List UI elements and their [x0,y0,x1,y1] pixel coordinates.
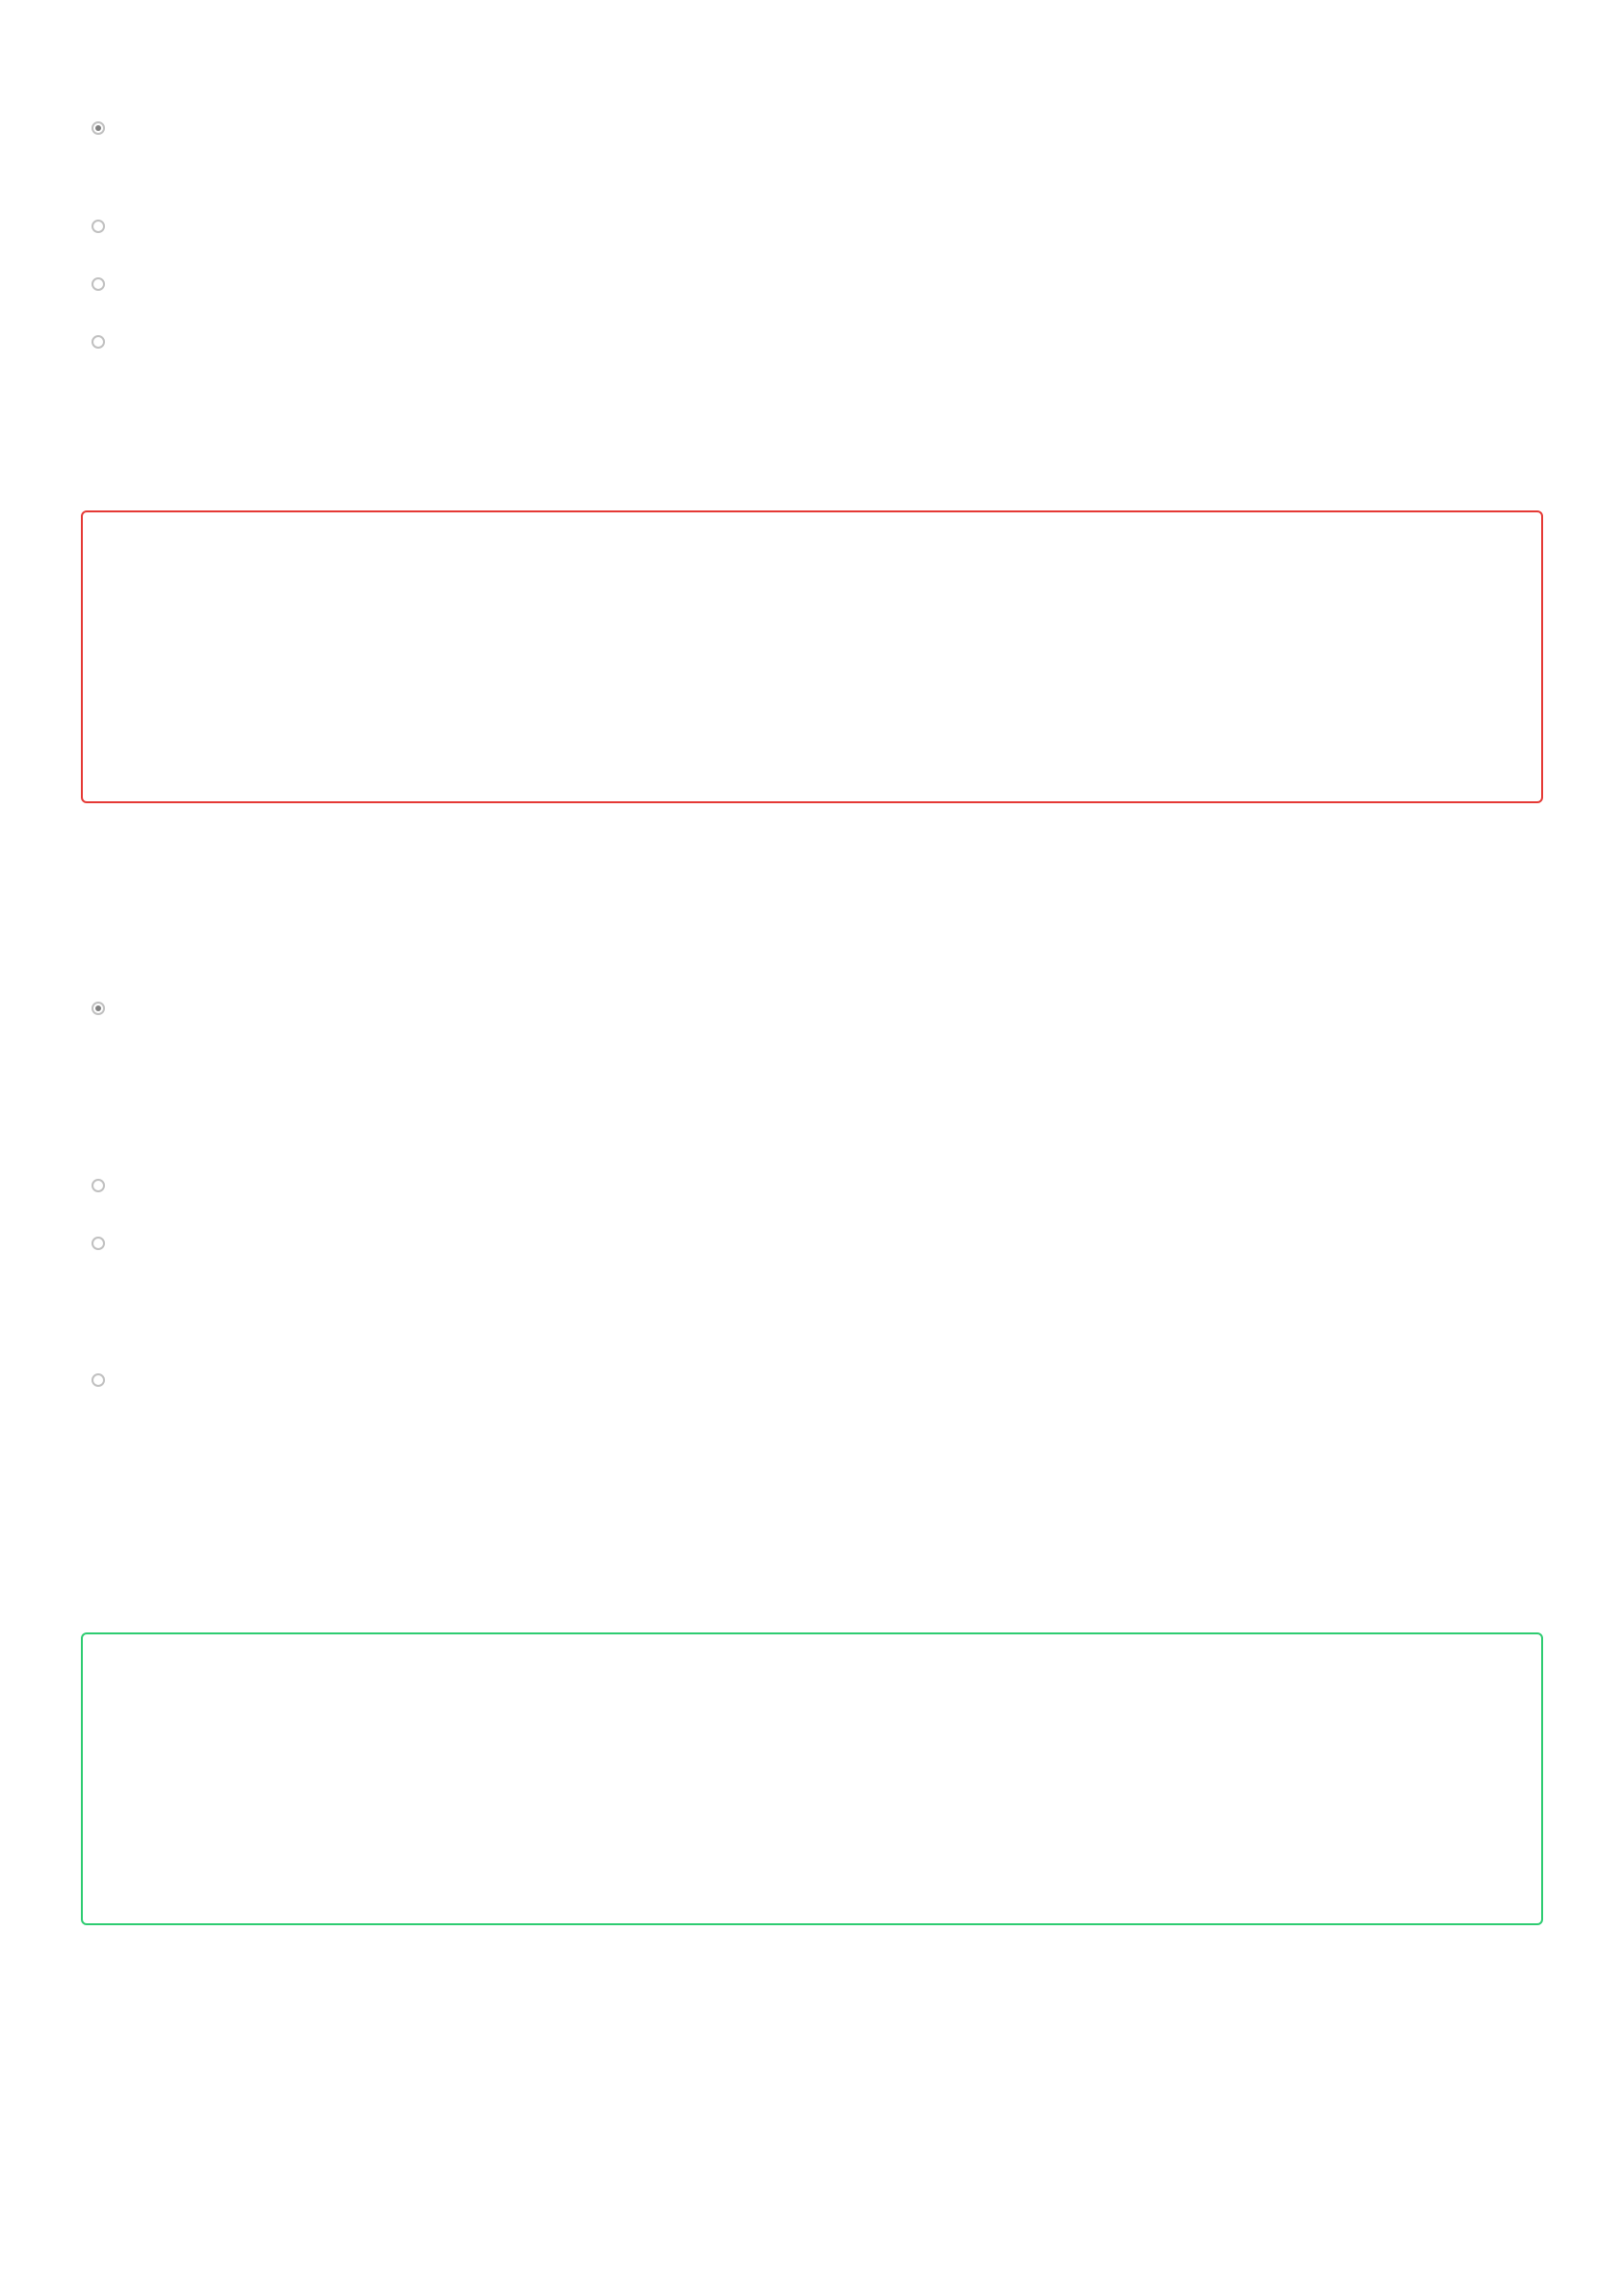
radio-option-1-3[interactable] [92,277,105,291]
radio-option-1-2[interactable] [92,220,105,233]
radio-icon [92,121,105,135]
alert-box-green [81,1632,1543,1925]
radio-option-2-3[interactable] [92,1237,105,1250]
radio-icon [92,335,105,349]
radio-icon [92,277,105,291]
radio-icon [92,1002,105,1015]
radio-option-2-4[interactable] [92,1373,105,1387]
radio-icon [92,1179,105,1192]
radio-option-1-1[interactable] [92,121,105,135]
radio-group-2 [92,1002,105,1427]
radio-option-2-2[interactable] [92,1179,105,1192]
radio-group-1 [92,121,105,389]
alert-box-red [81,510,1543,803]
radio-icon [92,220,105,233]
radio-option-1-4[interactable] [92,335,105,349]
radio-option-2-1[interactable] [92,1002,105,1015]
radio-icon [92,1373,105,1387]
radio-icon [92,1237,105,1250]
